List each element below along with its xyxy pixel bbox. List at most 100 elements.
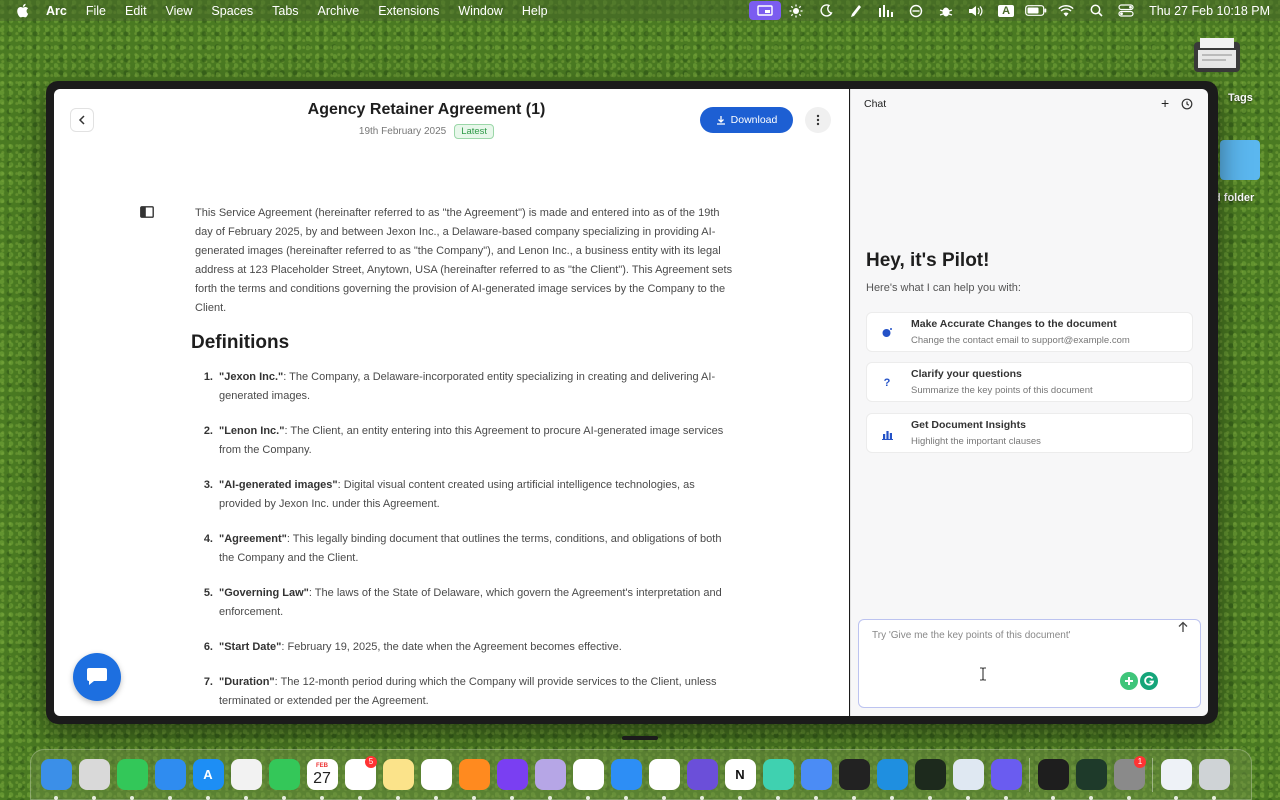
running-indicator xyxy=(130,795,134,800)
dock-app-perplexity[interactable] xyxy=(987,756,1025,800)
dock-app-facetime[interactable] xyxy=(265,756,303,800)
circle-slash-icon[interactable] xyxy=(901,0,931,21)
mail-icon xyxy=(154,759,186,790)
folder-icon xyxy=(1220,140,1260,180)
lightbulb-icon xyxy=(879,325,895,341)
back-button[interactable] xyxy=(70,108,94,132)
dock-app-app-store[interactable]: A xyxy=(189,756,227,800)
desktop-tags-item[interactable]: Tags xyxy=(1190,36,1253,104)
menu-clock[interactable]: Thu 27 Feb 10:18 PM xyxy=(1149,4,1270,18)
history-icon[interactable] xyxy=(1181,97,1193,115)
dock-app-messages[interactable] xyxy=(113,756,151,800)
more-options-button[interactable] xyxy=(805,107,831,133)
grammarly-icon[interactable] xyxy=(1140,672,1158,690)
dock-app-photos[interactable] xyxy=(227,756,265,800)
menu-window[interactable]: Window xyxy=(458,4,502,18)
dock-app-quicktime[interactable] xyxy=(949,756,987,800)
dock-app-notion[interactable]: N xyxy=(721,756,759,800)
menu-edit[interactable]: Edit xyxy=(125,4,147,18)
menu-file[interactable]: File xyxy=(86,4,106,18)
dock-app-launchpad[interactable] xyxy=(75,756,113,800)
trash-icon xyxy=(1198,759,1230,790)
send-arrow-icon[interactable] xyxy=(1177,620,1191,634)
menu-view[interactable]: View xyxy=(166,4,193,18)
dock-app-freeform[interactable] xyxy=(417,756,455,800)
menu-help[interactable]: Help xyxy=(522,4,548,18)
window-drag-handle[interactable] xyxy=(622,736,658,740)
suggestion-card-clarify[interactable]: ? Clarify your questions Summarize the k… xyxy=(866,362,1193,402)
support-chat-button[interactable] xyxy=(73,653,121,701)
dock-app-figma[interactable] xyxy=(1034,756,1072,800)
sun-icon[interactable] xyxy=(781,0,811,21)
bug-icon[interactable] xyxy=(931,0,961,21)
chat-title: Chat xyxy=(864,98,887,110)
dock-app-chrome[interactable] xyxy=(569,756,607,800)
running-indicator xyxy=(244,795,248,800)
definition-text: : This legally binding document that out… xyxy=(219,533,722,564)
dock-app-trash[interactable] xyxy=(1195,756,1233,800)
suggestion-card-insights[interactable]: Get Document Insights Highlight the impo… xyxy=(866,413,1193,453)
dock-app-books[interactable] xyxy=(455,756,493,800)
wifi-icon[interactable] xyxy=(1051,0,1081,21)
app-store-glyph: A xyxy=(203,767,213,782)
screen-share-icon[interactable] xyxy=(749,1,782,20)
sidebar-toggle-icon[interactable] xyxy=(140,205,154,223)
plus-extension-icon[interactable] xyxy=(1120,672,1138,690)
notion-icon: N xyxy=(724,759,756,790)
launchpad-icon xyxy=(78,759,110,790)
dock-app-safari[interactable] xyxy=(607,756,645,800)
dock-app-firefox[interactable] xyxy=(493,756,531,800)
document-title: Agency Retainer Agreement (1) xyxy=(307,101,546,118)
dock-app-mail[interactable] xyxy=(151,756,189,800)
menu-tabs[interactable]: Tabs xyxy=(272,4,298,18)
dock-app-github[interactable] xyxy=(683,756,721,800)
running-indicator xyxy=(1051,795,1055,800)
dock-separator xyxy=(1029,757,1030,792)
control-center-icon[interactable] xyxy=(1111,0,1141,21)
dock-app-downloads-folder[interactable] xyxy=(1157,756,1195,800)
dock-app-finder[interactable] xyxy=(37,756,75,800)
dock-app-mongodb[interactable] xyxy=(645,756,683,800)
battery-icon[interactable] xyxy=(1021,0,1051,21)
dock-app-unity[interactable] xyxy=(835,756,873,800)
running-indicator xyxy=(472,795,476,800)
input-source-icon[interactable]: A xyxy=(991,0,1021,21)
new-chat-button[interactable]: + xyxy=(1161,95,1169,111)
vertical-dots-icon xyxy=(816,114,820,126)
list-number: 2. xyxy=(203,425,213,437)
list-number: 4. xyxy=(203,533,213,545)
chrome-icon xyxy=(572,759,604,790)
pen-icon[interactable] xyxy=(841,0,871,21)
terminal-green-icon xyxy=(914,759,946,790)
apple-menu-icon[interactable] xyxy=(16,3,32,18)
text-cursor-icon xyxy=(979,667,987,684)
dock-app-vscode[interactable] xyxy=(873,756,911,800)
search-icon[interactable] xyxy=(1081,0,1111,21)
dock-app-affinity[interactable] xyxy=(531,756,569,800)
arc-icon xyxy=(800,759,832,790)
dock-app-arc[interactable] xyxy=(797,756,835,800)
dock-app-craft[interactable] xyxy=(759,756,797,800)
dock-app-system-settings[interactable]: 1 xyxy=(1110,755,1148,800)
menu-archive[interactable]: Archive xyxy=(318,4,360,18)
menu-extensions[interactable]: Extensions xyxy=(378,4,439,18)
audio-meter-icon[interactable] xyxy=(871,0,901,21)
list-text: "AI-generated images": Digital visual co… xyxy=(219,476,736,514)
dock-app-reminders[interactable]: 5 xyxy=(341,755,379,800)
dock-app-calendar[interactable]: FEB 27 xyxy=(303,756,341,800)
dock-app-notes[interactable] xyxy=(379,756,417,800)
chat-input[interactable] xyxy=(872,630,1162,690)
menu-app-name[interactable]: Arc xyxy=(46,4,67,18)
suggestion-card-changes[interactable]: Make Accurate Changes to the document Ch… xyxy=(866,312,1193,352)
moon-icon[interactable] xyxy=(811,0,841,21)
definition-term: "Duration" xyxy=(219,676,275,688)
volume-icon[interactable] xyxy=(961,0,991,21)
dock-app-terminal-green[interactable] xyxy=(911,756,949,800)
running-indicator xyxy=(510,795,514,800)
menu-spaces[interactable]: Spaces xyxy=(211,4,253,18)
download-button[interactable]: Download xyxy=(700,107,793,133)
dock: A FEB 27 5 N 1 xyxy=(30,749,1252,800)
notification-badge: 1 xyxy=(1134,755,1146,768)
list-number: 6. xyxy=(203,641,213,653)
dock-app-activity-monitor[interactable] xyxy=(1072,756,1110,800)
